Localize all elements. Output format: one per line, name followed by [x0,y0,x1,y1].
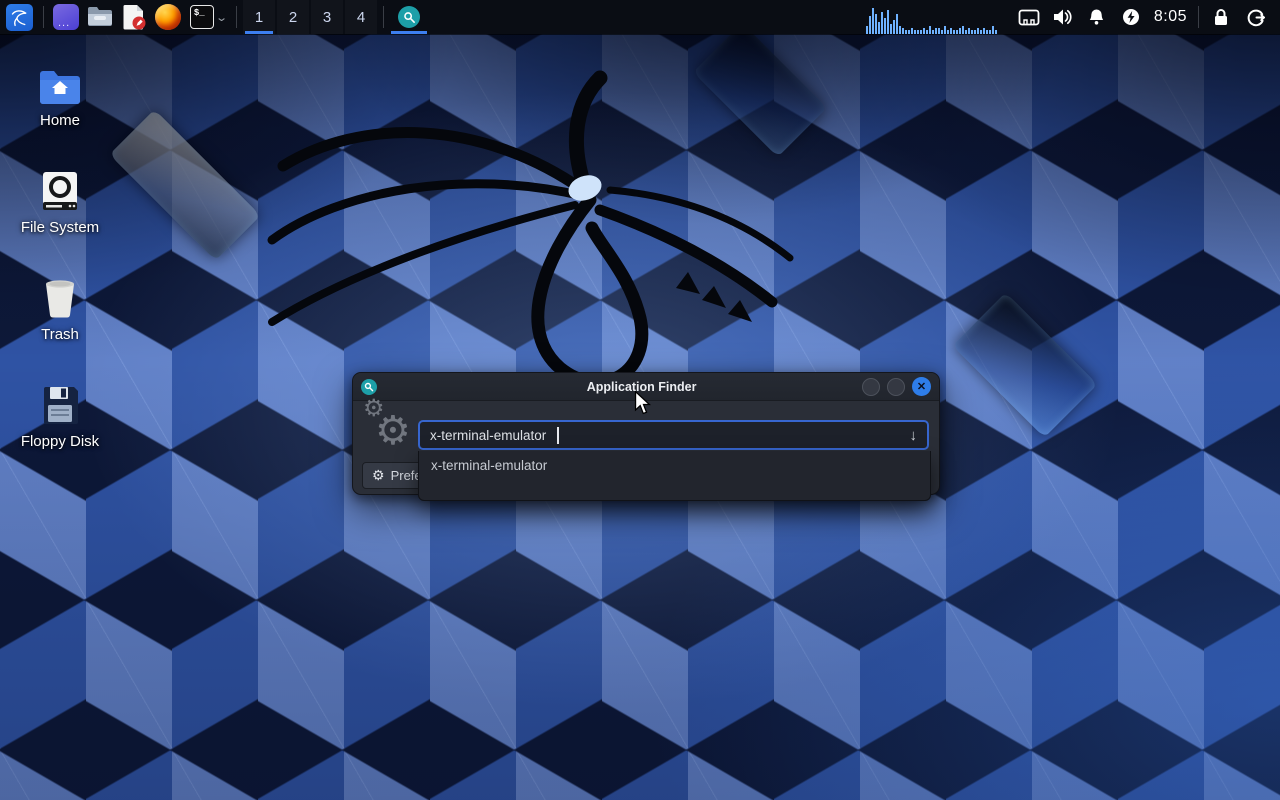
panel-separator [1198,6,1199,28]
launcher-app-window[interactable]: ... [49,0,83,34]
panel-separator [236,6,237,28]
network-icon[interactable] [1012,0,1046,34]
titlebar[interactable]: Application Finder ✕ [353,373,939,401]
desktop-icon-label: Home [40,112,80,129]
applications-menu-button[interactable] [0,0,38,34]
launcher-firefox[interactable] [151,0,185,34]
notifications-bell-icon[interactable] [1080,0,1114,34]
taskbar-application-finder[interactable] [389,0,429,34]
text-editor-icon [122,4,146,30]
clock[interactable]: 8:05 [1148,8,1193,26]
workspace-button-1[interactable]: 1 [243,0,275,34]
application-finder-icon [398,6,420,28]
application-finder-window: Application Finder ✕ ⚙ ⚙ x-terminal-emul… [352,372,940,495]
desktop-icon-label: Trash [41,326,79,343]
window-titlebar-icon [361,379,377,395]
workspace-button-2[interactable]: 2 [277,0,309,34]
folder-icon [87,6,113,28]
desktop-icon-list: Home File System [16,56,104,484]
dropdown-arrow-icon[interactable]: ↓ [910,427,918,444]
panel-separator [43,6,44,28]
panel-separator [383,6,384,28]
workspace-label: 2 [289,9,297,26]
maximize-button[interactable] [887,378,905,396]
close-button[interactable]: ✕ [912,377,931,396]
cpu-graph[interactable] [866,4,1000,34]
execute-gears-icon: ⚙ ⚙ [363,401,415,453]
app-window-icon: ... [53,4,79,30]
workspace-label: 4 [357,9,365,26]
launcher-file-manager[interactable] [83,0,117,34]
desktop-icon-floppy-disk[interactable]: Floppy Disk [16,377,104,484]
search-input-value: x-terminal-emulator [430,428,546,443]
search-input[interactable]: x-terminal-emulator ↓ [418,420,929,450]
workspace-button-4[interactable]: 4 [345,0,377,34]
desktop-icon-home[interactable]: Home [16,56,104,163]
desktop-icon-file-system[interactable]: File System [16,163,104,270]
kali-logo-icon [6,4,33,31]
window-title: Application Finder [587,380,697,394]
volume-icon[interactable] [1046,0,1080,34]
dropdown-item[interactable]: x-terminal-emulator [419,451,930,480]
home-folder-icon [38,56,82,104]
workspace-button-3[interactable]: 3 [311,0,343,34]
power-manager-icon[interactable] [1114,0,1148,34]
desktop-icon-label: File System [21,219,99,236]
workspace-label: 1 [255,9,263,26]
desktop: ... $_ [0,0,1280,800]
minimize-button[interactable] [862,378,880,396]
completion-dropdown: x-terminal-emulator [418,451,931,501]
close-icon: ✕ [917,380,926,393]
chevron-down-icon[interactable]: ⌄ [215,11,228,24]
desktop-icon-label: Floppy Disk [21,433,99,450]
terminal-icon: $_ [190,5,214,29]
hard-disk-icon [41,163,79,211]
lock-icon[interactable] [1204,0,1238,34]
launcher-text-editor[interactable] [117,0,151,34]
firefox-icon [155,4,181,30]
launcher-terminal[interactable]: $_ ⌄ [185,0,231,34]
text-caret [557,427,559,444]
logout-icon[interactable] [1238,0,1272,34]
workspace-label: 3 [323,9,331,26]
top-panel: ... $_ [0,0,1280,34]
trash-empty-icon [42,270,78,318]
floppy-disk-icon [41,377,79,425]
desktop-icon-trash[interactable]: Trash [16,270,104,377]
gear-icon: ⚙ [372,467,385,484]
